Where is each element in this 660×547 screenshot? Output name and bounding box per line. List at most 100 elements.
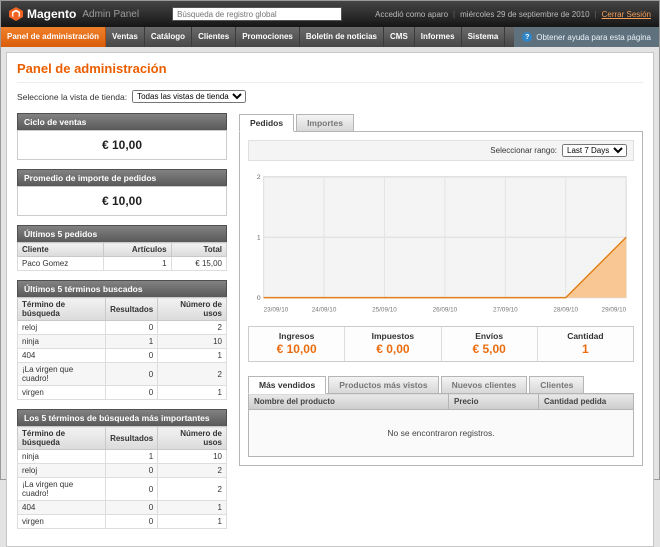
table-cell: ¡La virgen que cuadro! bbox=[18, 363, 106, 386]
page-content: Panel de administración Seleccione la vi… bbox=[6, 52, 654, 547]
total-shipping: Envíos € 5,00 bbox=[442, 327, 538, 361]
nav-item-clientes[interactable]: Clientes bbox=[192, 27, 236, 47]
table-row: ¡La virgen que cuadro!02 bbox=[18, 478, 227, 501]
table-cell: 1 bbox=[158, 501, 227, 515]
table-cell: 1 bbox=[158, 386, 227, 400]
column-header: Total bbox=[171, 243, 226, 257]
table-cell: 1 bbox=[158, 515, 227, 529]
total-tax: Impuestos € 0,00 bbox=[345, 327, 441, 361]
total-label: Cantidad bbox=[538, 331, 633, 341]
logo-text: Magento bbox=[27, 7, 76, 21]
dashboard-main-column: PedidosImportes Seleccionar rango: Last … bbox=[239, 113, 643, 466]
nav-items: Panel de administraciónVentasCatálogoCli… bbox=[1, 27, 505, 47]
table-cell: 0 bbox=[106, 349, 158, 363]
panel-title: Ciclo de ventas bbox=[17, 113, 227, 130]
table-cell: reloj bbox=[18, 321, 106, 335]
column-header: Artículos bbox=[103, 243, 171, 257]
table-cell: reloj bbox=[18, 464, 106, 478]
tab-nuevos-clientes[interactable]: Nuevos clientes bbox=[441, 376, 528, 394]
tab-importes[interactable]: Importes bbox=[296, 114, 354, 132]
orders-chart-svg: 01223/09/1024/09/1025/09/1026/09/1027/09… bbox=[248, 169, 634, 317]
table-row: ¡La virgen que cuadro!02 bbox=[18, 363, 227, 386]
table-cell: 2 bbox=[158, 478, 227, 501]
total-revenue: Ingresos € 10,00 bbox=[249, 327, 345, 361]
column-header: Número de usos bbox=[158, 427, 227, 450]
tab-mas-vendidos[interactable]: Más vendidos bbox=[248, 376, 326, 394]
table-cell: 0 bbox=[106, 321, 158, 335]
svg-text:27/09/10: 27/09/10 bbox=[493, 306, 518, 313]
total-value: € 0,00 bbox=[345, 342, 440, 356]
panel-title: Últimos 5 términos buscados bbox=[17, 280, 227, 297]
nav-item-sistema[interactable]: Sistema bbox=[462, 27, 506, 47]
column-header: Cliente bbox=[18, 243, 104, 257]
table-row: 40401 bbox=[18, 501, 227, 515]
page-help-link[interactable]: ? Obtener ayuda para esta página bbox=[514, 27, 659, 47]
table-row: reloj02 bbox=[18, 464, 227, 478]
dashboard-tabs: PedidosImportes bbox=[239, 113, 643, 131]
store-view-select[interactable]: Todas las vistas de tienda bbox=[132, 90, 246, 103]
average-orders-panel: Promedio de importe de pedidos € 10,00 bbox=[17, 169, 227, 216]
store-view-label: Seleccione la vista de tienda: bbox=[17, 92, 127, 102]
column-header: Resultados bbox=[106, 427, 158, 450]
total-label: Envíos bbox=[442, 331, 537, 341]
chart-toolbar: Seleccionar rango: Last 7 Days bbox=[248, 140, 634, 161]
nav-item-catalogo[interactable]: Catálogo bbox=[145, 27, 192, 47]
table-cell: 10 bbox=[158, 335, 227, 349]
table-cell: ¡La virgen que cuadro! bbox=[18, 478, 106, 501]
panel-title: Los 5 términos de búsqueda más important… bbox=[17, 409, 227, 426]
table-cell: 0 bbox=[106, 386, 158, 400]
table-row: reloj02 bbox=[18, 321, 227, 335]
global-search-input[interactable] bbox=[172, 7, 342, 21]
tab-productos-mas-vistos[interactable]: Productos más vistos bbox=[328, 376, 438, 394]
svg-text:26/09/10: 26/09/10 bbox=[433, 306, 458, 313]
separator: | bbox=[595, 10, 597, 19]
nav-item-cms[interactable]: CMS bbox=[384, 27, 415, 47]
column-header: Nombre del producto bbox=[249, 394, 449, 410]
table-cell: € 15,00 bbox=[171, 257, 226, 271]
column-header: Resultados bbox=[106, 298, 158, 321]
logo-subtitle: Admin Panel bbox=[82, 9, 139, 20]
help-label: Obtener ayuda para esta página bbox=[536, 33, 651, 42]
nav-item-informes[interactable]: Informes bbox=[415, 27, 462, 47]
panel-title: Promedio de importe de pedidos bbox=[17, 169, 227, 186]
nav-item-boletin-de-noticias[interactable]: Boletín de noticias bbox=[300, 27, 384, 47]
table-cell: 1 bbox=[103, 257, 171, 271]
top-search-terms-table: Término de búsquedaResultadosNúmero de u… bbox=[17, 426, 227, 529]
last-orders-panel: Últimos 5 pedidos ClienteArtículosTotal … bbox=[17, 225, 227, 271]
table-cell: 0 bbox=[106, 363, 158, 386]
average-orders-value: € 10,00 bbox=[17, 186, 227, 216]
svg-text:28/09/10: 28/09/10 bbox=[553, 306, 578, 313]
top-search-terms-panel: Los 5 términos de búsqueda más important… bbox=[17, 409, 227, 529]
table-header-row: Término de búsquedaResultadosNúmero de u… bbox=[18, 427, 227, 450]
total-value: 1 bbox=[538, 342, 633, 356]
main-nav: Panel de administraciónVentasCatálogoCli… bbox=[1, 27, 659, 47]
range-label: Seleccionar rango: bbox=[490, 146, 557, 155]
table-header-row: Nombre del productoPrecioCantidad pedida bbox=[249, 394, 634, 410]
tab-pedidos[interactable]: Pedidos bbox=[239, 114, 294, 132]
table-cell: 0 bbox=[106, 478, 158, 501]
dashboard-left-column: Ciclo de ventas € 10,00 Promedio de impo… bbox=[17, 113, 227, 538]
nav-item-promociones[interactable]: Promociones bbox=[236, 27, 300, 47]
nav-item-panel-de-administracion[interactable]: Panel de administración bbox=[1, 27, 106, 47]
user-info: Accedió como aparo | miércoles 29 de sep… bbox=[375, 10, 651, 19]
magento-logo: Magento Admin Panel bbox=[9, 7, 139, 21]
total-label: Ingresos bbox=[249, 331, 344, 341]
total-value: € 10,00 bbox=[249, 342, 344, 356]
header-bar: Magento Admin Panel Accedió como aparo |… bbox=[1, 1, 659, 27]
last-search-terms-table: Término de búsquedaResultadosNúmero de u… bbox=[17, 297, 227, 400]
table-cell: 1 bbox=[106, 450, 158, 464]
help-icon: ? bbox=[522, 32, 532, 42]
column-header: Precio bbox=[449, 394, 539, 410]
table-header-row: Término de búsquedaResultadosNúmero de u… bbox=[18, 298, 227, 321]
store-switcher: Seleccione la vista de tienda: Todas las… bbox=[17, 90, 643, 103]
nav-item-ventas[interactable]: Ventas bbox=[106, 27, 145, 47]
separator: | bbox=[453, 10, 455, 19]
range-select[interactable]: Last 7 Days bbox=[562, 144, 627, 157]
table-cell: virgen bbox=[18, 386, 106, 400]
table-cell: 2 bbox=[158, 363, 227, 386]
tab-clientes[interactable]: Clientes bbox=[529, 376, 584, 394]
svg-text:0: 0 bbox=[257, 295, 261, 302]
table-cell: ninja bbox=[18, 450, 106, 464]
total-value: € 5,00 bbox=[442, 342, 537, 356]
logout-link[interactable]: Cerrar Sesión bbox=[602, 10, 651, 19]
